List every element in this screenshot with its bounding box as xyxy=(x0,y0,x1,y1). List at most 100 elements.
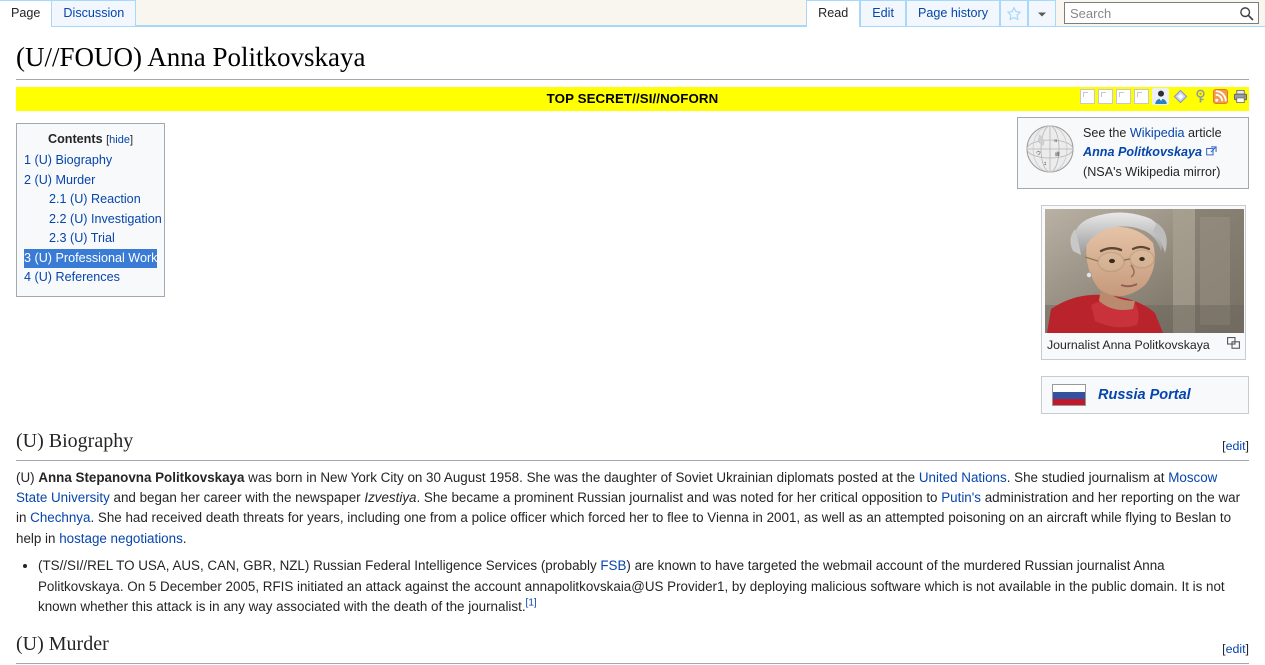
printer-icon[interactable] xyxy=(1232,88,1249,105)
toc-link-reaction[interactable]: 2.1 (U) Reaction xyxy=(49,192,141,206)
toc-hide-link[interactable]: hide xyxy=(109,134,130,146)
blank-icon-3[interactable] xyxy=(1116,89,1131,104)
top-navigation-bar: Page Discussion Read Edit Page history xyxy=(0,0,1265,27)
toc-link-references[interactable]: 4 (U) References xyxy=(24,270,120,284)
link-hostage-negotiations[interactable]: hostage negotiations xyxy=(59,531,183,546)
tab-read[interactable]: Read xyxy=(806,0,860,26)
toc-hide-wrapper: [hide] xyxy=(106,134,133,146)
blank-icon-1[interactable] xyxy=(1080,89,1095,104)
politkovskaya-photo[interactable] xyxy=(1045,209,1244,333)
wikipedia-see-line: See the Wikipedia article xyxy=(1083,124,1222,144)
toc-item-references[interactable]: 4 (U) References xyxy=(24,268,157,288)
russia-portal-box[interactable]: Russia Portal xyxy=(1041,376,1249,414)
toc-link-murder[interactable]: 2 (U) Murder xyxy=(24,173,95,187)
tab-edit[interactable]: Edit xyxy=(860,0,906,26)
wikipedia-globe-icon: W я ウ 維 ב xyxy=(1025,124,1075,183)
chevron-down-icon[interactable] xyxy=(1028,0,1056,26)
search-box xyxy=(1064,2,1259,24)
toc-item-trial[interactable]: 2.3 (U) Trial xyxy=(24,229,157,249)
user-icon[interactable] xyxy=(1152,88,1169,105)
wikipedia-article-link[interactable]: Anna Politkovskaya xyxy=(1083,145,1202,159)
toc-title-label: Contents xyxy=(48,132,103,146)
wikipedia-link[interactable]: Wikipedia xyxy=(1130,126,1185,140)
toc-link-biography[interactable]: 1 (U) Biography xyxy=(24,153,112,167)
namespace-tabs: Page Discussion xyxy=(0,0,136,26)
bullet-bio-text-1: (TS//SI//REL TO USA, AUS, CAN, GBR, NZL)… xyxy=(38,558,600,573)
bio-text-3: . She studied journalism at xyxy=(1007,470,1169,485)
thumbnail-caption-row: Journalist Anna Politkovskaya xyxy=(1045,333,1242,356)
edit-link-biography: [edit] xyxy=(1222,437,1249,456)
classification-banner: TOP SECRET//SI//NOFORN xyxy=(16,87,1249,111)
page-title: (U//FOUO) Anna Politkovskaya xyxy=(16,41,1249,80)
svg-text:ウ: ウ xyxy=(1036,150,1041,157)
tab-page-history[interactable]: Page history xyxy=(906,0,1000,26)
wikipedia-article-line: Anna Politkovskaya xyxy=(1083,143,1222,163)
link-united-nations[interactable]: United Nations xyxy=(919,470,1007,485)
page-action-icons xyxy=(1080,88,1249,105)
thumbnail-box: Journalist Anna Politkovskaya xyxy=(1041,205,1246,360)
rss-icon[interactable] xyxy=(1212,88,1229,105)
wikipedia-mirror-note: (NSA's Wikipedia mirror) xyxy=(1083,163,1222,183)
biography-bullets: (TS//SI//REL TO USA, AUS, CAN, GBR, NZL)… xyxy=(16,556,1249,617)
wikipedia-mirror-box: W я ウ 維 ב See the Wikipedia article xyxy=(1017,117,1249,190)
link-putin[interactable]: Putin's xyxy=(941,490,981,505)
svg-text:я: я xyxy=(1054,138,1057,144)
bio-text-2: was born in New York City on 30 August 1… xyxy=(244,470,918,485)
toc-item-reaction[interactable]: 2.1 (U) Reaction xyxy=(24,190,157,210)
bio-text-4: and began her career with the newspaper xyxy=(110,490,365,505)
blank-icon-2[interactable] xyxy=(1098,89,1113,104)
heading-biography-label: (U) Biography xyxy=(16,430,133,452)
blank-icon-4[interactable] xyxy=(1134,89,1149,104)
diamond-icon[interactable] xyxy=(1172,88,1189,105)
bio-text-1: (U) xyxy=(16,470,38,485)
star-icon[interactable] xyxy=(1000,0,1028,26)
bio-text-8: . xyxy=(183,531,187,546)
toc-item-professional-work[interactable]: 3 (U) Professional Work xyxy=(24,249,157,269)
article-text: (U) Biography [edit] (U) Anna Stepanovna… xyxy=(16,426,1249,665)
toc-item-investigation[interactable]: 2.2 (U) Investigation xyxy=(24,210,157,230)
edit-link-murder-anchor[interactable]: edit xyxy=(1226,642,1246,656)
reference-1-anchor[interactable]: [1] xyxy=(526,597,537,608)
heading-murder-label: (U) Murder xyxy=(16,633,109,655)
russia-flag-icon xyxy=(1052,384,1086,406)
view-tabs: Read Edit Page history xyxy=(806,0,1265,26)
link-chechnya[interactable]: Chechnya xyxy=(30,510,90,525)
heading-murder: (U) Murder [edit] xyxy=(16,629,1249,663)
edit-link-murder: [edit] xyxy=(1222,640,1249,659)
toc-link-professional-work[interactable]: 3 (U) Professional Work xyxy=(24,251,157,265)
toc-item-murder[interactable]: 2 (U) Murder xyxy=(24,171,157,191)
search-input[interactable] xyxy=(1064,2,1259,24)
page-content: (U//FOUO) Anna Politkovskaya TOP SECRET/… xyxy=(0,41,1265,665)
link-fsb[interactable]: FSB xyxy=(600,558,626,573)
bio-text-5: . She became a prominent Russian journal… xyxy=(416,490,941,505)
russia-portal-label[interactable]: Russia Portal xyxy=(1098,387,1191,403)
enlarge-icon[interactable] xyxy=(1227,337,1240,354)
toc-link-investigation[interactable]: 2.2 (U) Investigation xyxy=(49,212,162,226)
bio-bold-name: Anna Stepanovna Politkovskaya xyxy=(38,470,244,485)
article-body: W я ウ 維 ב See the Wikipedia article xyxy=(16,117,1249,665)
right-sidebar: W я ウ 維 ב See the Wikipedia article xyxy=(1017,117,1249,415)
tab-discussion[interactable]: Discussion xyxy=(52,0,136,26)
heading-biography: (U) Biography [edit] xyxy=(16,426,1249,460)
edit-link-biography-anchor[interactable]: edit xyxy=(1226,439,1246,453)
key-icon[interactable] xyxy=(1192,88,1209,105)
bio-italic-izvestiya: Izvestiya xyxy=(364,490,416,505)
svg-text:維: 維 xyxy=(1055,151,1060,158)
toc-title-row: Contents [hide] xyxy=(24,130,157,150)
toc-link-trial[interactable]: 2.3 (U) Trial xyxy=(49,231,115,245)
bullet-rfis-attack: (TS//SI//REL TO USA, AUS, CAN, GBR, NZL)… xyxy=(38,556,1249,617)
thumbnail-caption: Journalist Anna Politkovskaya xyxy=(1047,338,1210,354)
topbar-spacer xyxy=(136,0,806,26)
external-link-icon xyxy=(1206,145,1217,159)
article-word: article xyxy=(1188,126,1222,140)
reference-1[interactable]: [1] xyxy=(526,597,537,608)
search-icon[interactable] xyxy=(1236,4,1256,22)
bio-text-7: . She had received death threats for yea… xyxy=(16,510,1231,545)
paragraph-biography: (U) Anna Stepanovna Politkovskaya was bo… xyxy=(16,468,1249,550)
tab-page[interactable]: Page xyxy=(0,0,52,26)
toc-list: 1 (U) Biography 2 (U) Murder 2.1 (U) Rea… xyxy=(24,151,157,288)
see-the-label: See the xyxy=(1083,126,1126,140)
table-of-contents: Contents [hide] 1 (U) Biography 2 (U) Mu… xyxy=(16,123,165,297)
toc-item-biography[interactable]: 1 (U) Biography xyxy=(24,151,157,171)
wikipedia-box-text: See the Wikipedia article Anna Politkovs… xyxy=(1083,124,1222,183)
